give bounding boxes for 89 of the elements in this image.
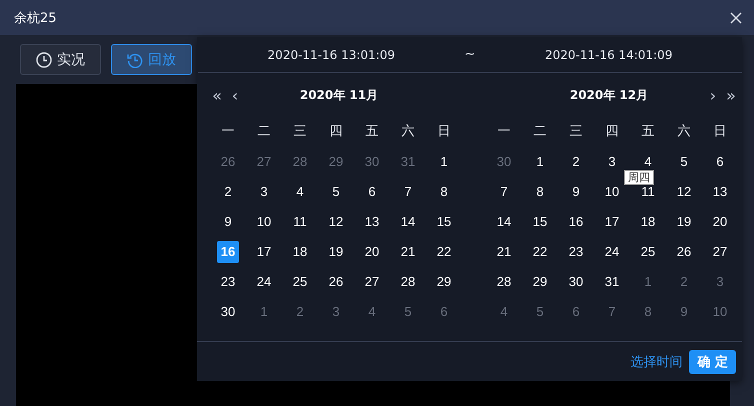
calendar-day[interactable]: 24 bbox=[253, 271, 275, 293]
calendar-day[interactable]: 21 bbox=[493, 241, 515, 263]
calendar-day[interactable]: 10 bbox=[601, 181, 623, 203]
calendar-day[interactable]: 18 bbox=[637, 211, 659, 233]
calendar-day[interactable]: 12 bbox=[673, 181, 695, 203]
calendar-day[interactable]: 25 bbox=[289, 271, 311, 293]
calendar-day[interactable]: 13 bbox=[709, 181, 731, 203]
calendar-day[interactable]: 3 bbox=[601, 151, 623, 173]
calendar-day[interactable]: 19 bbox=[325, 241, 347, 263]
range-separator: ~ bbox=[464, 47, 476, 62]
calendar-day[interactable]: 5 bbox=[325, 181, 347, 203]
calendar-day[interactable]: 2 bbox=[217, 181, 239, 203]
calendar-day[interactable]: 3 bbox=[253, 181, 275, 203]
weekday-label: 二 bbox=[258, 123, 270, 140]
weekday-label: 六 bbox=[402, 123, 414, 140]
calendar-day[interactable]: 26 bbox=[325, 271, 347, 293]
calendar-day[interactable]: 9 bbox=[217, 211, 239, 233]
calendar-day[interactable]: 14 bbox=[397, 211, 419, 233]
weekday-label: 五 bbox=[642, 123, 654, 140]
weekday-label: 日 bbox=[714, 123, 726, 140]
calendar-day[interactable]: 29 bbox=[529, 271, 551, 293]
calendar-day[interactable]: 31 bbox=[601, 271, 623, 293]
calendar-day[interactable]: 2 bbox=[565, 151, 587, 173]
calendar-day[interactable]: 23 bbox=[217, 271, 239, 293]
calendar-day[interactable]: 27 bbox=[709, 241, 731, 263]
calendar-day[interactable]: 14 bbox=[493, 211, 515, 233]
calendar-day[interactable]: 22 bbox=[529, 241, 551, 263]
calendar-day[interactable]: 9 bbox=[565, 181, 587, 203]
select-time-link[interactable]: 选择时间 bbox=[630, 352, 682, 370]
next-year-button[interactable]: » bbox=[724, 86, 738, 104]
calendar-day[interactable]: 20 bbox=[709, 211, 731, 233]
weekday-label: 六 bbox=[678, 123, 690, 140]
calendar-day[interactable]: 30 bbox=[565, 271, 587, 293]
weekday-label: 三 bbox=[570, 123, 582, 140]
prev-month-button[interactable]: ‹ bbox=[228, 86, 242, 104]
calendar-day[interactable]: 21 bbox=[397, 241, 419, 263]
start-time[interactable]: 2020-11-16 13:01:09 bbox=[198, 48, 465, 62]
weekday-label: 一 bbox=[498, 123, 510, 140]
next-month-button[interactable]: › bbox=[706, 86, 720, 104]
weekday-label: 二 bbox=[534, 123, 546, 140]
mode-tab[interactable]: 实况 bbox=[20, 44, 101, 75]
calendar-day[interactable]: 27 bbox=[361, 271, 383, 293]
calendar-day[interactable]: 19 bbox=[673, 211, 695, 233]
calendar-day[interactable]: 17 bbox=[253, 241, 275, 263]
calendar-day[interactable]: 17 bbox=[601, 211, 623, 233]
calendar-day[interactable]: 25 bbox=[637, 241, 659, 263]
month-title: 2020年 11月 bbox=[298, 86, 380, 104]
calendar-day[interactable]: 20 bbox=[361, 241, 383, 263]
calendar-day[interactable]: 7 bbox=[493, 181, 515, 203]
calendar-day[interactable]: 5 bbox=[673, 151, 695, 173]
calendar-day[interactable]: 30 bbox=[217, 301, 239, 323]
calendar-day[interactable]: 26 bbox=[673, 241, 695, 263]
calendar-day[interactable]: 15 bbox=[529, 211, 551, 233]
calendar-day[interactable]: 4 bbox=[637, 151, 659, 173]
clock-icon bbox=[36, 52, 52, 68]
calendar-day[interactable]: 24 bbox=[601, 241, 623, 263]
weekday-label: 四 bbox=[330, 123, 342, 140]
end-time[interactable]: 2020-11-16 14:01:09 bbox=[475, 48, 742, 62]
calendar-day[interactable]: 18 bbox=[289, 241, 311, 263]
calendar-day[interactable]: 6 bbox=[709, 151, 731, 173]
calendar-day[interactable]: 15 bbox=[433, 211, 455, 233]
weekday-label: 五 bbox=[366, 123, 378, 140]
calendar-day[interactable]: 8 bbox=[529, 181, 551, 203]
weekday-label: 三 bbox=[294, 123, 306, 140]
calendar-day[interactable]: 4 bbox=[289, 181, 311, 203]
calendar-day[interactable]: 1 bbox=[529, 151, 551, 173]
month-title: 2020年 12月 bbox=[568, 86, 650, 104]
calendar-day[interactable]: 29 bbox=[433, 271, 455, 293]
calendar-day[interactable]: 8 bbox=[433, 181, 455, 203]
window-title: 余杭25 bbox=[14, 10, 57, 26]
tooltip: 周四 bbox=[624, 170, 654, 185]
calendar-day[interactable]: 28 bbox=[493, 271, 515, 293]
calendar-day[interactable]: 1 bbox=[433, 151, 455, 173]
calendar-day[interactable]: 22 bbox=[433, 241, 455, 263]
calendar-day[interactable]: 12 bbox=[325, 211, 347, 233]
weekday-label: 四 bbox=[606, 123, 618, 140]
close-icon[interactable] bbox=[730, 12, 742, 24]
calendar-day[interactable]: 11 bbox=[289, 211, 311, 233]
calendar-day[interactable]: 6 bbox=[361, 181, 383, 203]
calendar-day[interactable]: 7 bbox=[397, 181, 419, 203]
calendar-day[interactable]: 16 bbox=[565, 211, 587, 233]
calendar-day[interactable]: 13 bbox=[361, 211, 383, 233]
weekday-label: 日 bbox=[438, 123, 450, 140]
weekday-label: 一 bbox=[222, 123, 234, 140]
calendar-day[interactable]: 23 bbox=[565, 241, 587, 263]
calendar-day[interactable]: 28 bbox=[397, 271, 419, 293]
prev-year-button[interactable]: « bbox=[210, 86, 224, 104]
history-icon bbox=[127, 52, 143, 68]
calendar-day[interactable]: 10 bbox=[253, 211, 275, 233]
